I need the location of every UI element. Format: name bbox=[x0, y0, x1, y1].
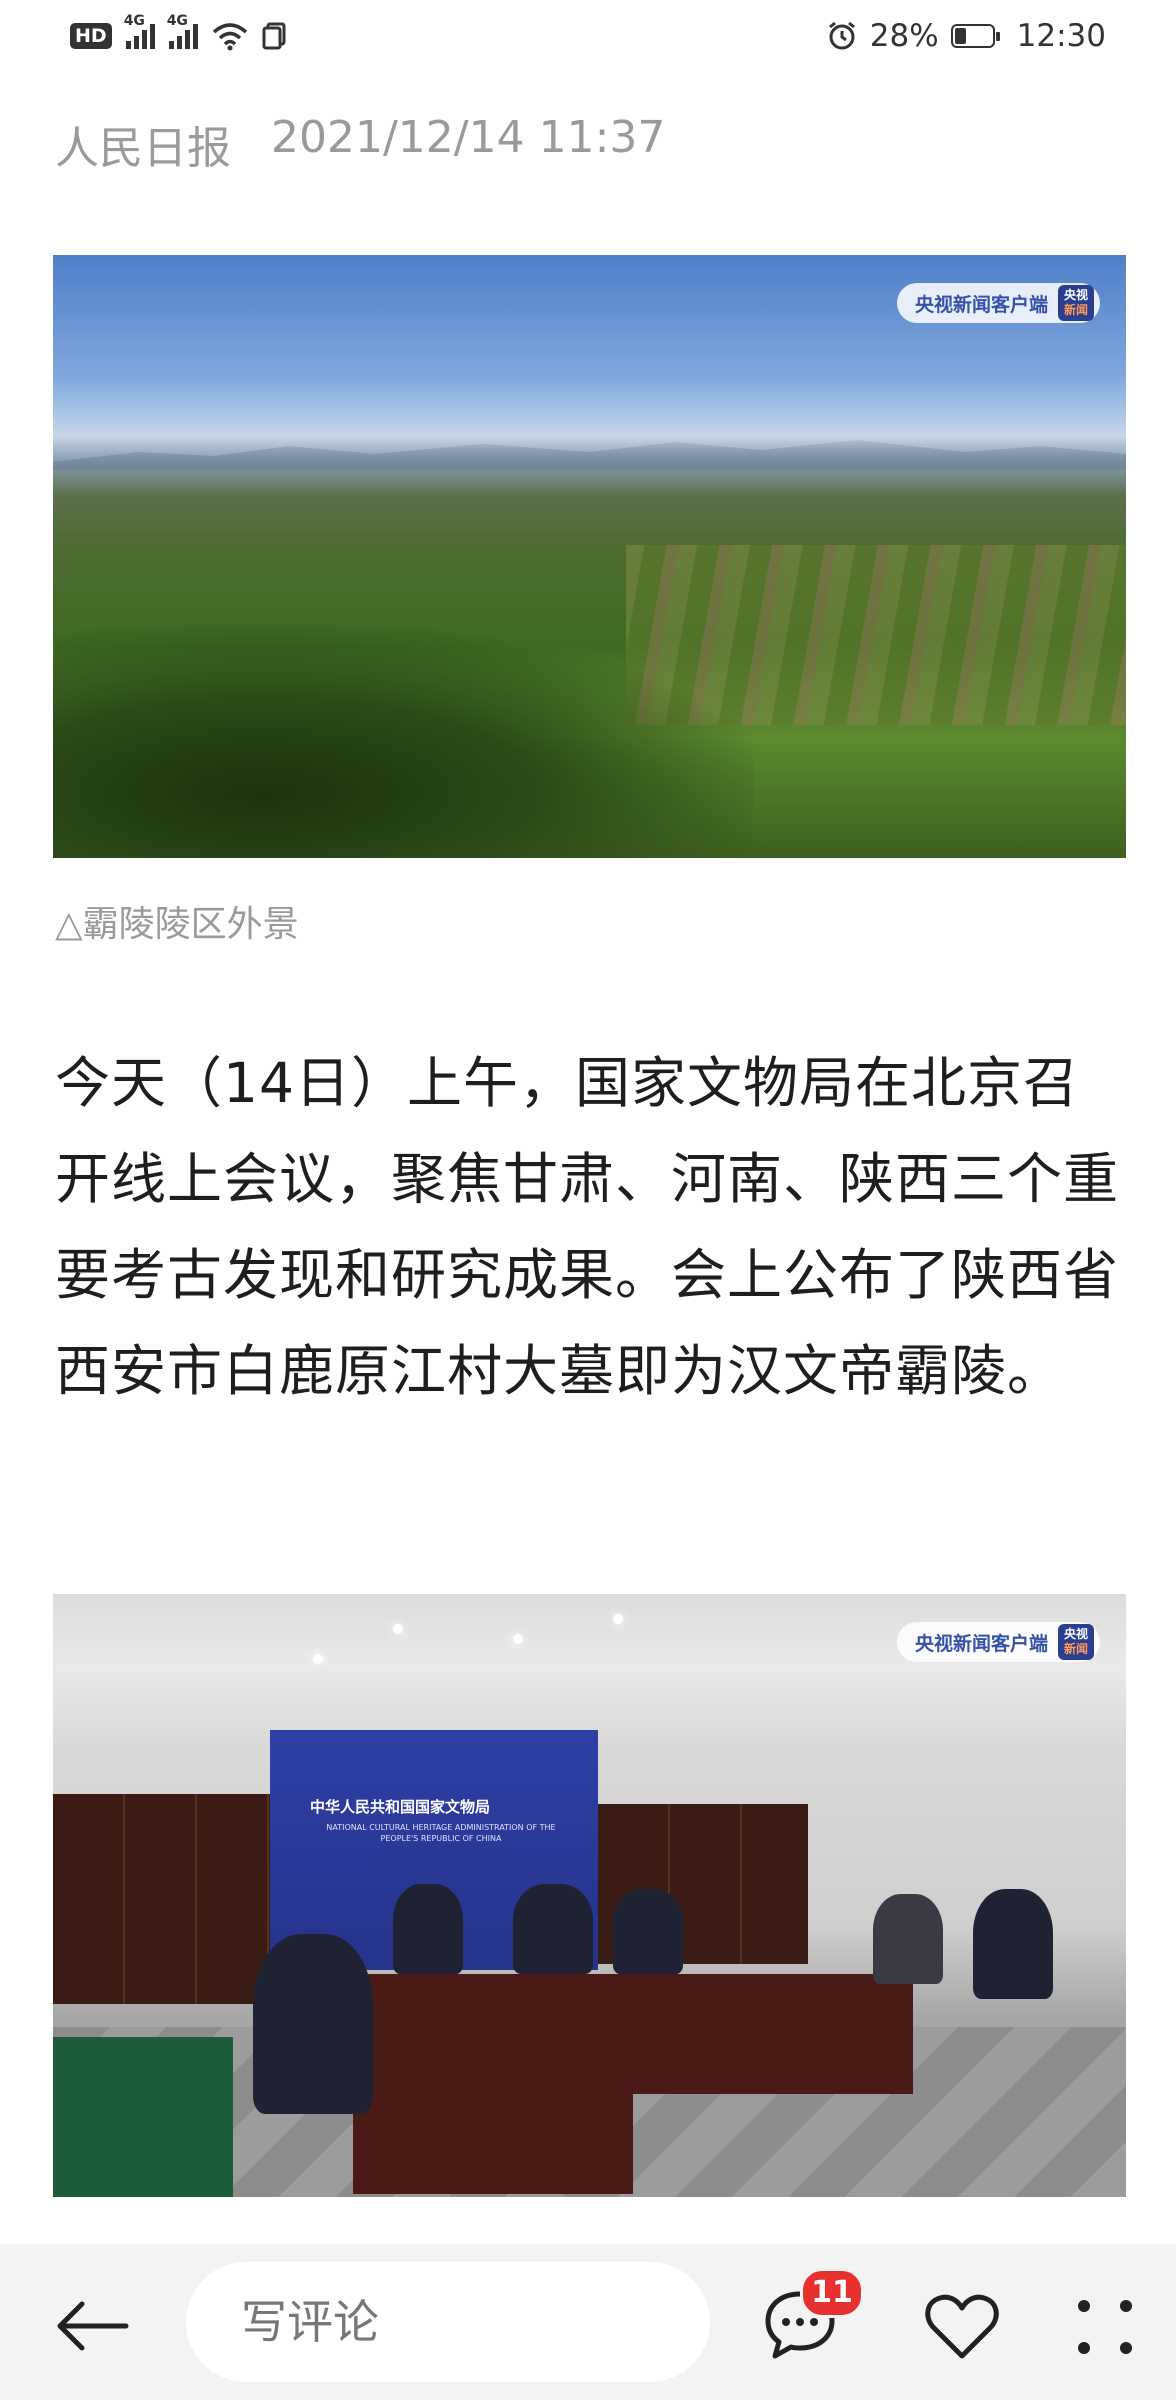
battery-percent: 28% bbox=[869, 18, 939, 54]
comment-count-badge: 11 bbox=[800, 2268, 864, 2318]
article-meta: 人民日报 2021/12/14 11:37 bbox=[55, 112, 665, 176]
person bbox=[253, 1934, 373, 2114]
image-caption: △霸陵陵区外景 bbox=[55, 904, 299, 945]
article-datetime: 2021/12/14 11:37 bbox=[271, 112, 666, 163]
cctv-watermark: 央视新闻客户端 央视 新闻 bbox=[896, 1622, 1100, 1662]
battery-icon bbox=[950, 24, 1000, 48]
person bbox=[613, 1889, 683, 1974]
network-type-1: 4G bbox=[123, 13, 145, 29]
folding-screen bbox=[53, 1794, 270, 2004]
side-table bbox=[53, 2037, 233, 2197]
wifi-icon bbox=[212, 23, 247, 51]
watermark-text: 央视新闻客户端 bbox=[914, 1632, 1048, 1655]
ravine bbox=[53, 625, 753, 858]
person bbox=[513, 1884, 593, 1974]
conference-table bbox=[353, 1974, 633, 2194]
signal-icon-2: 4G bbox=[167, 13, 198, 49]
banner-title: 中华人民共和国国家文物局 bbox=[310, 1798, 491, 1816]
article-source[interactable]: 人民日报 bbox=[55, 112, 231, 176]
ceiling-light bbox=[613, 1614, 623, 1624]
ceiling-light bbox=[313, 1654, 323, 1664]
cctv-news-logo-icon: 央视 新闻 bbox=[1058, 285, 1094, 321]
watermark-text: 央视新闻客户端 bbox=[914, 293, 1048, 316]
hd-icon: HD bbox=[70, 23, 112, 49]
clock-time: 12:30 bbox=[1016, 18, 1106, 54]
signal-icon-1: 4G bbox=[124, 13, 155, 49]
cctv-news-logo-icon: 央视 新闻 bbox=[1058, 1624, 1094, 1660]
article-body: 今天（14日）上午，国家文物局在北京召开线上会议，聚焦甘肃、河南、陕西三个重要考… bbox=[55, 1051, 1120, 1403]
cctv-watermark: 央视新闻客户端 央视 新闻 bbox=[896, 283, 1100, 323]
heart-icon[interactable] bbox=[922, 2288, 1002, 2364]
ceiling-light bbox=[513, 1634, 523, 1644]
meeting-photo[interactable]: 中华人民共和国国家文物局 NATIONAL CULTURAL HERITAGE … bbox=[53, 1594, 1126, 2197]
person bbox=[393, 1884, 463, 1974]
conference-table bbox=[593, 1974, 913, 2094]
sim-card-icon bbox=[262, 22, 286, 50]
banner-subtitle: NATIONAL CULTURAL HERITAGE ADMINISTRATIO… bbox=[326, 1823, 556, 1843]
bottom-action-bar: 11 bbox=[0, 2244, 1176, 2400]
person bbox=[973, 1889, 1053, 1999]
network-type-2: 4G bbox=[166, 13, 188, 29]
person bbox=[873, 1894, 943, 1984]
back-arrow-icon[interactable] bbox=[52, 2296, 132, 2356]
battery-fill bbox=[954, 28, 966, 44]
landscape-photo[interactable]: 央视新闻客户端 央视 新闻 bbox=[53, 255, 1126, 858]
mountain-ridge bbox=[53, 440, 1126, 470]
more-dots-icon[interactable] bbox=[1070, 2292, 1140, 2362]
ceiling-light bbox=[393, 1624, 403, 1634]
comment-input[interactable] bbox=[186, 2262, 710, 2382]
alarm-clock-icon bbox=[828, 21, 855, 50]
status-bar: HD 4G 4G 28% 12:30 bbox=[0, 0, 1176, 72]
